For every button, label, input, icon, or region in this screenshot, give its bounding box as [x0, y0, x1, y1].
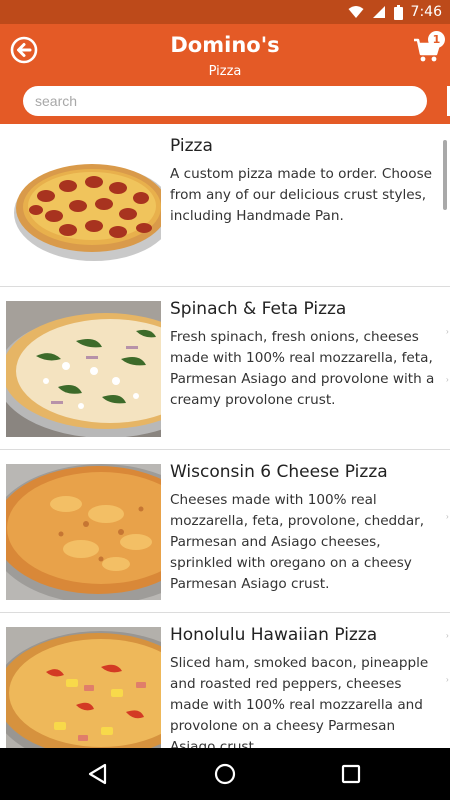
menu-item-honolulu-hawaiian[interactable]: Honolulu Hawaiian Pizza Sliced ham, smok… — [0, 613, 450, 748]
item-name: Honolulu Hawaiian Pizza — [170, 625, 378, 645]
edge-marker: › — [446, 327, 449, 336]
menu-item-spinach-feta[interactable]: Spinach & Feta Pizza Fresh spinach, fres… — [0, 287, 450, 450]
edge-marker: › — [446, 631, 449, 640]
six-cheese-pizza-image — [6, 464, 161, 600]
battery-icon — [393, 4, 403, 20]
search-input[interactable] — [23, 86, 427, 116]
item-description: Fresh spinach, fresh onions, cheeses mad… — [170, 329, 435, 408]
menu-item-pizza[interactable]: Pizza A custom pizza made to order. Choo… — [0, 124, 450, 287]
edge-marker: › — [446, 675, 449, 684]
status-time: 7:46 — [410, 4, 442, 20]
cart-count-badge: 1 — [428, 31, 445, 48]
nav-home-button[interactable] — [211, 760, 239, 788]
nav-recents-button[interactable] — [337, 760, 365, 788]
nav-back-button[interactable] — [84, 760, 112, 788]
edge-marker: › — [446, 512, 449, 521]
item-name: Spinach & Feta Pizza — [170, 299, 347, 319]
cart-button[interactable]: 1 — [412, 30, 446, 64]
hawaiian-pizza-image — [6, 627, 161, 748]
home-circle-icon — [214, 763, 236, 785]
item-name: Wisconsin 6 Cheese Pizza — [170, 462, 388, 482]
page-subtitle: Pizza — [208, 64, 242, 79]
edge-marker: › — [446, 375, 449, 384]
page-title: Domino's — [170, 33, 280, 57]
menu-list[interactable]: Pizza A custom pizza made to order. Choo… — [0, 124, 450, 748]
status-bar: 7:46 — [0, 0, 450, 24]
navigation-bar — [0, 748, 450, 800]
recents-square-icon — [341, 764, 361, 784]
pepperoni-pizza-image — [6, 138, 161, 274]
app-screen: 7:46 Domino's Pizza 1 search Pizza A cus… — [0, 0, 450, 800]
menu-item-wisconsin-cheese[interactable]: Wisconsin 6 Cheese Pizza Cheeses made wi… — [0, 450, 450, 613]
back-triangle-icon — [88, 763, 107, 785]
app-header: Domino's Pizza 1 — [0, 24, 450, 124]
signal-icon — [372, 6, 385, 18]
item-description: Sliced ham, smoked bacon, pineapple and … — [170, 655, 429, 748]
scrollbar[interactable] — [443, 140, 447, 210]
item-name: Pizza — [170, 136, 213, 156]
wifi-icon — [348, 6, 364, 18]
spinach-feta-pizza-image — [6, 301, 161, 437]
item-description: A custom pizza made to order. Choose fro… — [170, 166, 433, 224]
status-icons: 7:46 — [348, 0, 442, 24]
item-description: Cheeses made with 100% real mozzarella, … — [170, 492, 425, 592]
